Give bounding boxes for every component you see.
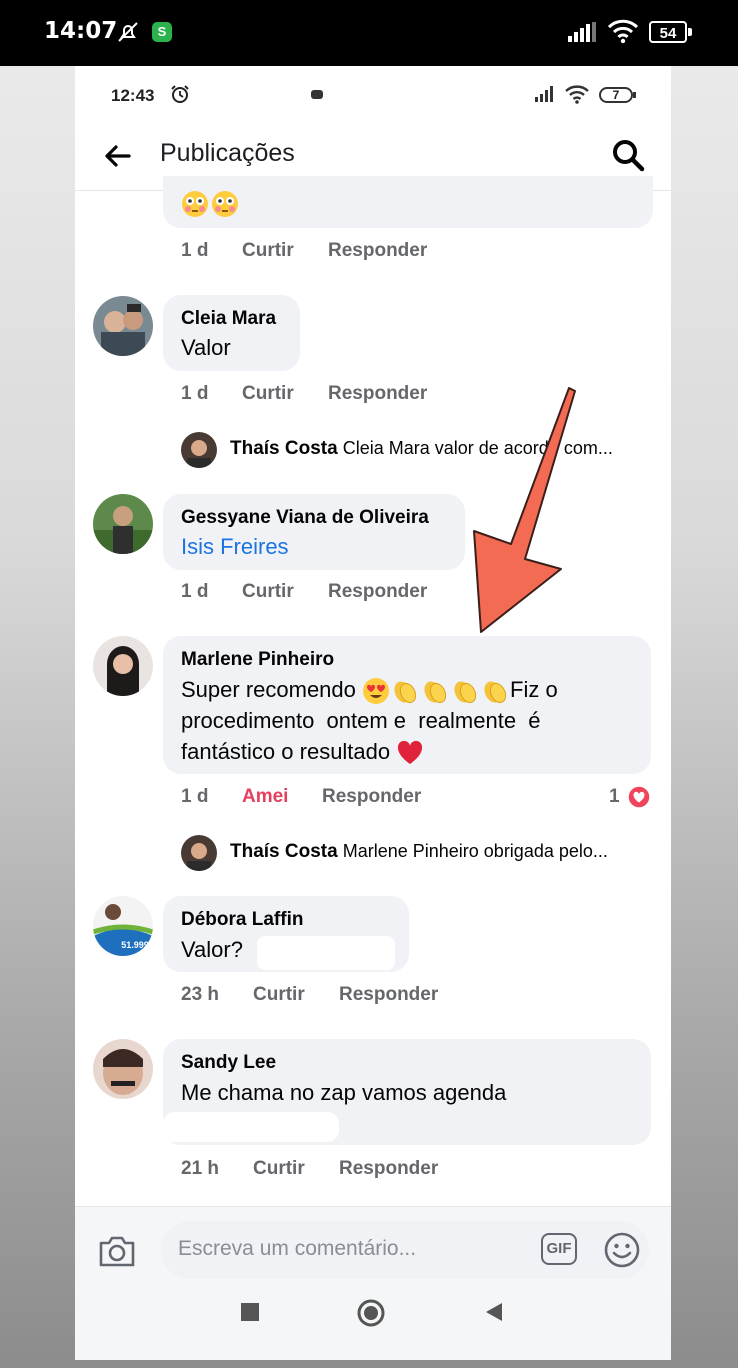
signal-icon (568, 22, 596, 42)
comment-text: Valor (181, 335, 231, 360)
reply-author: Thaís Costa (230, 438, 338, 459)
heart-eyes-emoji (363, 678, 390, 705)
battery-tip (633, 92, 636, 98)
clapping-hands-emoji (484, 681, 507, 704)
reply-button[interactable]: Responder (328, 383, 427, 405)
outer-status-bar: 14:07 S 54 (0, 0, 738, 66)
reply-button[interactable]: Responder (322, 786, 421, 808)
red-heart-emoji (398, 741, 423, 765)
clapping-hands-emoji (424, 681, 447, 704)
comment-text-line: procedimento ontem e realmente é (181, 708, 541, 733)
comment-timestamp: 1 d (181, 383, 209, 404)
whatsapp-business-icon: S (152, 22, 172, 42)
clapping-hands-emoji (394, 681, 417, 704)
comment-author[interactable]: Cleia Mara (181, 308, 276, 330)
bell-muted-icon (118, 22, 138, 42)
battery-indicator: 54 (649, 21, 687, 43)
comment-text: Super recomendo Fiz o (181, 674, 558, 705)
mentioned-user-link[interactable]: Isis Freires (181, 531, 289, 562)
search-icon[interactable] (611, 138, 645, 172)
comment-timestamp: 1 d (181, 240, 209, 261)
camera-icon[interactable] (97, 1233, 137, 1269)
avatar-price-badge: 51.999 (121, 940, 149, 950)
love-reaction-button[interactable]: Amei (242, 786, 288, 808)
reply-text: Marlene Pinheiro obrigada pelo... (342, 841, 608, 861)
comment-input-placeholder: Escreva um comentário... (178, 1237, 417, 1260)
signal-icon (535, 86, 553, 102)
comment-timestamp: 21 h (181, 1158, 220, 1179)
redacted-area (257, 936, 395, 970)
comment-author[interactable]: Débora Laffin (181, 909, 303, 931)
comment-text-line: fantástico o resultado (181, 739, 391, 764)
recents-square-icon[interactable] (240, 1302, 260, 1322)
comment-composer: Escreva um comentário... GIF (75, 1206, 671, 1360)
reply-author: Thaís Costa (230, 841, 338, 862)
like-button[interactable]: Curtir (242, 581, 294, 603)
comment-text-line: Super recomendo (181, 677, 356, 702)
reply-avatar[interactable] (181, 835, 217, 871)
reply-button[interactable]: Responder (339, 1158, 438, 1180)
gif-button[interactable]: GIF (541, 1233, 577, 1265)
back-triangle-icon[interactable] (485, 1302, 503, 1322)
comment-input[interactable]: Escreva um comentário... GIF (161, 1221, 649, 1279)
comment-text: fantástico o resultado (181, 736, 424, 767)
like-button[interactable]: Curtir (242, 240, 294, 262)
home-circle-icon[interactable] (357, 1299, 385, 1327)
camera-indicator-icon (311, 90, 323, 99)
comment-text: Me chama no zap vamos agenda (181, 1080, 507, 1105)
comment-text-line: Fiz o (510, 677, 558, 702)
comment-author[interactable]: Marlene Pinheiro (181, 649, 334, 671)
reply-preview[interactable]: Thaís Costa Marlene Pinheiro obrigada pe… (230, 841, 608, 863)
like-button[interactable]: Curtir (253, 984, 305, 1006)
clapping-hands-emoji (454, 681, 477, 704)
like-button[interactable]: Curtir (242, 383, 294, 405)
reply-button[interactable]: Responder (328, 240, 427, 262)
inner-status-bar: 12:43 7 (75, 66, 671, 124)
emoji-icon[interactable] (603, 1231, 641, 1269)
back-arrow-icon[interactable] (103, 141, 133, 171)
facebook-comments-screen: 12:43 7 Publicações 1 d Curtir Responder… (75, 66, 671, 1360)
inner-clock: 12:43 (111, 86, 155, 105)
avatar[interactable]: 51.999 (93, 896, 153, 956)
annotation-arrow-icon (473, 387, 576, 633)
comment-text: Valor? (181, 937, 243, 962)
outer-clock: 14:07 (44, 18, 118, 44)
alarm-icon (171, 85, 189, 103)
reaction-count[interactable]: 1 (609, 786, 620, 808)
wifi-icon (565, 85, 589, 104)
wifi-icon (608, 19, 638, 44)
avatar[interactable] (93, 494, 153, 554)
comment-author[interactable]: Sandy Lee (181, 1052, 276, 1074)
avatar[interactable] (93, 636, 153, 696)
reply-button[interactable]: Responder (328, 581, 427, 603)
redacted-area (163, 1112, 339, 1142)
flushed-face-emoji (181, 190, 241, 223)
avatar[interactable] (93, 296, 153, 356)
comment-timestamp: 1 d (181, 581, 209, 602)
avatar[interactable] (93, 1039, 153, 1099)
like-button[interactable]: Curtir (253, 1158, 305, 1180)
battery-indicator: 7 (599, 87, 633, 103)
love-reaction-icon (627, 785, 651, 809)
comment-author[interactable]: Gessyane Viana de Oliveira (181, 507, 429, 529)
page-title: Publicações (160, 139, 295, 167)
comment-timestamp: 23 h (181, 984, 220, 1005)
battery-tip (688, 28, 692, 36)
reply-avatar[interactable] (181, 432, 217, 468)
reply-button[interactable]: Responder (339, 984, 438, 1006)
comment-timestamp: 1 d (181, 786, 209, 807)
